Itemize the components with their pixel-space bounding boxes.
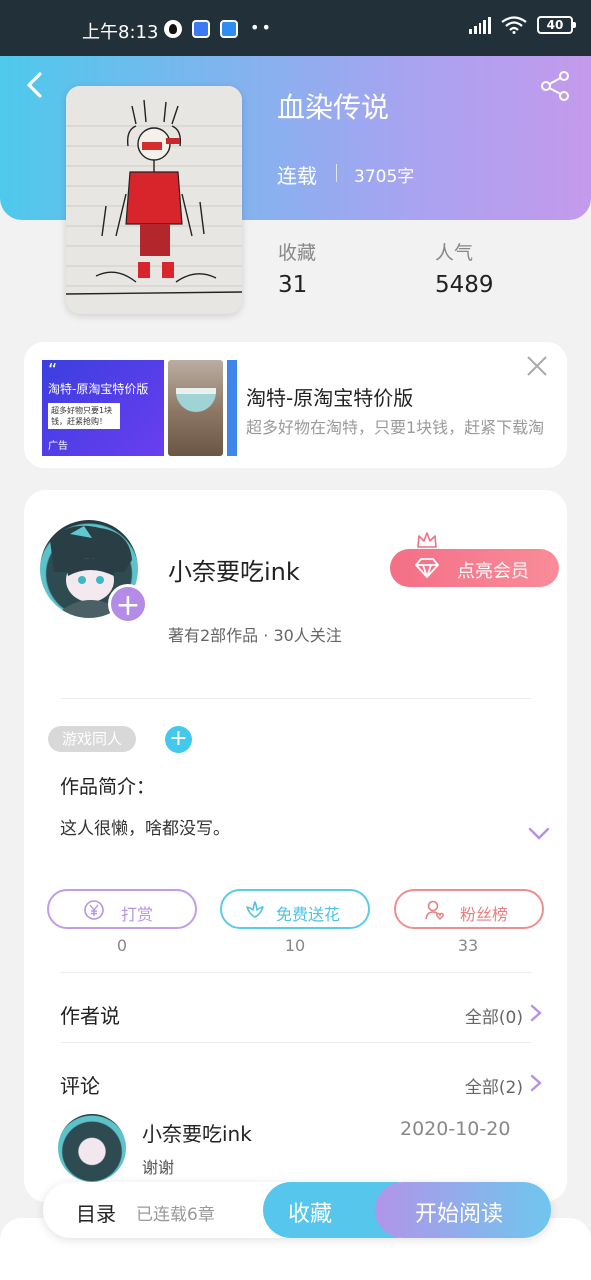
section-divider: [60, 972, 532, 973]
author-says-all-link[interactable]: 全部(0): [465, 1003, 523, 1028]
book-title: 血染传说: [277, 91, 390, 124]
ad-banner[interactable]: “ 淘特-原淘宝特价版 超多好物只要1块钱，赶紧抢购！ 广告 淘特-原淘宝特价版…: [24, 342, 567, 468]
tag-chip[interactable]: 游戏同人: [48, 726, 136, 752]
add-tag-button[interactable]: +: [165, 726, 192, 753]
flower-count: 10: [284, 936, 306, 955]
reward-button[interactable]: 打赏: [47, 889, 197, 929]
section-divider: [60, 698, 532, 699]
favorites-count: 31: [278, 272, 308, 298]
upload-app-icon: [220, 20, 238, 38]
section-divider: [60, 1042, 532, 1043]
author-meta: 著有2部作品 · 30人关注: [168, 626, 342, 645]
ad-image-title: 淘特-原淘宝特价版: [48, 382, 149, 396]
favorites-label: 收藏: [278, 242, 317, 264]
author-name[interactable]: 小奈要吃ink: [168, 552, 300, 587]
serialization-status: 连载: [277, 164, 317, 188]
chevron-right-icon[interactable]: [530, 1074, 542, 1092]
wifi-icon: [501, 16, 527, 34]
author-says-label: 作者说: [60, 1004, 120, 1028]
ad-tag: 广告: [48, 441, 68, 452]
book-cover[interactable]: [66, 86, 242, 314]
ad-title: 淘特-原淘宝特价版: [246, 386, 414, 410]
vip-button[interactable]: 点亮会员: [390, 549, 559, 587]
intro-text: 这人很懒，啥都没写。: [60, 819, 230, 839]
close-icon[interactable]: [525, 354, 549, 378]
baidu-app-icon: [192, 20, 210, 38]
word-count: 3705字: [354, 167, 415, 187]
chapters-count: 已连载6章: [136, 1205, 215, 1225]
popularity-label: 人气: [435, 242, 474, 264]
fans-count: 33: [457, 936, 479, 955]
chevron-down-icon[interactable]: [528, 826, 550, 842]
send-flower-label: 免费送花: [276, 905, 341, 924]
ad-accent-bar: [227, 360, 237, 456]
flower-icon: [246, 901, 264, 918]
cover-illustration: [66, 86, 242, 314]
fan-ranking-label: 粉丝榜: [460, 905, 509, 924]
yen-icon: [84, 900, 104, 920]
intro-label: 作品简介：: [60, 776, 156, 798]
diamond-icon: [415, 558, 439, 578]
send-flower-button[interactable]: 免费送花: [220, 889, 370, 929]
comment-text: 谢谢: [142, 1158, 175, 1177]
status-bar: 上午8:13 •• 40: [0, 0, 591, 56]
chevron-right-icon[interactable]: [530, 1004, 542, 1022]
share-icon[interactable]: [539, 70, 571, 102]
fans-icon: [425, 900, 445, 920]
reward-label: 打赏: [121, 905, 154, 924]
comment-date: 2020-10-20: [400, 1118, 511, 1140]
comments-all-link[interactable]: 全部(2): [465, 1073, 523, 1098]
signal-icon: [469, 16, 491, 34]
more-notifications-icon: ••: [250, 18, 273, 37]
fan-ranking-button[interactable]: 粉丝榜: [394, 889, 544, 929]
back-icon[interactable]: [20, 70, 50, 100]
ad-image-box: 超多好物只要1块钱，赶紧抢购！: [48, 403, 120, 429]
popularity-count: 5489: [435, 272, 494, 298]
vip-button-label: 点亮会员: [457, 561, 529, 582]
follow-author-button[interactable]: +: [108, 584, 148, 624]
comment-username[interactable]: 小奈要吃ink: [142, 1118, 252, 1147]
status-divider: [336, 164, 337, 182]
comment-avatar[interactable]: [58, 1114, 126, 1182]
reward-count: 0: [116, 936, 128, 955]
table-of-contents-button[interactable]: 目录: [76, 1198, 116, 1227]
ad-description: 超多好物在淘特，只要1块钱，赶紧下载淘: [246, 418, 545, 437]
start-reading-button[interactable]: 开始阅读: [375, 1182, 551, 1238]
ad-photo: [168, 360, 223, 456]
status-time: 上午8:13: [82, 22, 159, 43]
battery-icon: 40: [537, 16, 576, 34]
start-reading-label: 开始阅读: [415, 1202, 504, 1227]
crown-icon: [417, 532, 437, 548]
qq-app-icon: [164, 20, 182, 38]
ad-image: “ 淘特-原淘宝特价版 超多好物只要1块钱，赶紧抢购！ 广告: [42, 360, 164, 456]
favorite-button-label: 收藏: [288, 1202, 333, 1227]
comments-label: 评论: [60, 1074, 100, 1098]
